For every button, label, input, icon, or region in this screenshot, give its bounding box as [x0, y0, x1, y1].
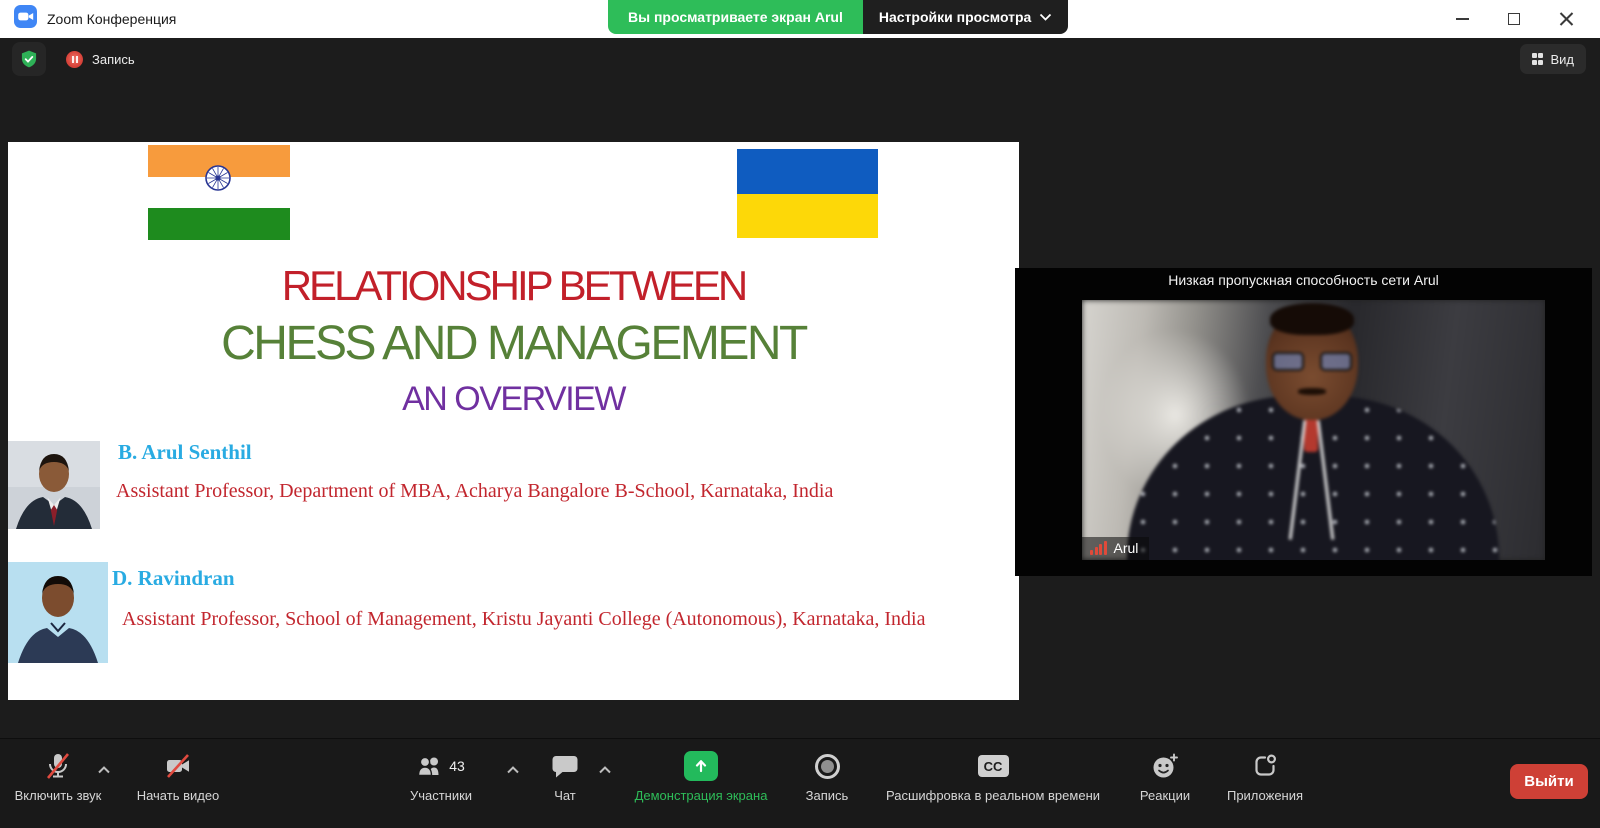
- cc-icon: CC: [978, 755, 1009, 777]
- recording-dot-icon: [66, 51, 83, 68]
- camera-off-icon: [163, 751, 193, 781]
- reactions-smiley-icon: [1151, 751, 1179, 781]
- chat-options-chevron[interactable]: [598, 761, 612, 779]
- window-controls: [1436, 0, 1592, 38]
- participants-count: 43: [449, 758, 465, 774]
- zoom-app-icon: [14, 5, 37, 33]
- maximize-icon: [1508, 13, 1520, 25]
- start-video-button[interactable]: Начать видео: [128, 751, 228, 803]
- reactions-button[interactable]: Реакции: [1128, 751, 1202, 803]
- record-label: Запись: [806, 788, 849, 803]
- live-transcription-button[interactable]: CC Расшифровка в реальном времени: [878, 751, 1108, 803]
- slide-title-line3: AN OVERVIEW: [8, 380, 1019, 419]
- india-flag: [148, 145, 290, 240]
- participant-video-tile: Arul: [1082, 300, 1545, 560]
- title-bar-left: Zoom Конференция: [14, 0, 176, 38]
- record-icon: [815, 751, 840, 781]
- chevron-down-icon: [1039, 13, 1052, 21]
- maximize-button[interactable]: [1488, 0, 1540, 38]
- minimize-icon: [1456, 18, 1469, 20]
- title-bar: Zoom Конференция Вы просматриваете экран…: [0, 0, 1600, 38]
- participants-icon: [417, 754, 443, 778]
- mic-muted-icon: [43, 751, 73, 781]
- record-button[interactable]: Запись: [788, 751, 866, 803]
- slide-title-line2: CHESS AND MANAGEMENT: [8, 316, 1019, 371]
- video-panel: Низкая пропускная способность сети Arul …: [1015, 268, 1592, 576]
- recording-indicator[interactable]: Запись: [56, 42, 145, 76]
- view-button[interactable]: Вид: [1520, 44, 1586, 74]
- viewing-banner-text: Вы просматриваете экран Arul: [608, 0, 863, 34]
- unmute-button[interactable]: Включить звук: [10, 751, 106, 803]
- participant-name: Arul: [1114, 540, 1139, 556]
- window-title: Zoom Конференция: [47, 11, 176, 27]
- close-button[interactable]: [1540, 0, 1592, 38]
- share-screen-icon: [684, 751, 718, 781]
- presenter-photo-arul: [8, 441, 100, 529]
- presenter-affiliation: Assistant Professor, Department of MBA, …: [116, 480, 833, 503]
- close-icon: [1559, 12, 1574, 27]
- leave-button[interactable]: Выйти: [1510, 764, 1588, 799]
- leave-label: Выйти: [1524, 773, 1573, 790]
- presenter-name: D. Ravindran: [112, 566, 235, 591]
- presenter-name: B. Arul Senthil: [118, 440, 252, 465]
- participants-options-chevron[interactable]: [506, 761, 520, 779]
- bandwidth-warning: Низкая пропускная способность сети Arul: [1015, 272, 1592, 288]
- slide-title-line1: RELATIONSHIP BETWEEN: [8, 262, 1019, 310]
- network-signal-icon: [1090, 541, 1107, 555]
- minimize-button[interactable]: [1436, 0, 1488, 38]
- audio-options-chevron[interactable]: [97, 761, 111, 779]
- unmute-label: Включить звук: [15, 788, 102, 803]
- participant-nametag: Arul: [1082, 537, 1149, 560]
- view-label: Вид: [1550, 52, 1574, 67]
- chat-button[interactable]: Чат: [534, 751, 596, 803]
- shared-screen-slide: RELATIONSHIP BETWEEN CHESS AND MANAGEMEN…: [8, 142, 1019, 700]
- view-settings-button[interactable]: Настройки просмотра: [863, 0, 1068, 34]
- reactions-label: Реакции: [1140, 788, 1190, 803]
- participants-label: Участники: [410, 788, 472, 803]
- zoom-window: Zoom Конференция Вы просматриваете экран…: [0, 0, 1600, 828]
- live-transcription-label: Расшифровка в реальном времени: [886, 788, 1100, 803]
- share-screen-button[interactable]: Демонстрация экрана: [628, 751, 774, 803]
- meeting-toolbar: Включить звук Начать видео: [0, 738, 1600, 828]
- apps-icon: [1252, 751, 1278, 781]
- view-settings-label: Настройки просмотра: [879, 9, 1031, 25]
- ashoka-chakra-icon: [204, 164, 232, 192]
- participants-button[interactable]: 43 Участники: [392, 751, 490, 803]
- shield-check-icon: [19, 49, 39, 69]
- chat-bubble-icon: [551, 751, 579, 781]
- presenter-affiliation: Assistant Professor, School of Managemen…: [122, 608, 926, 631]
- apps-button[interactable]: Приложения: [1216, 751, 1314, 803]
- participant-figure: [1082, 300, 1545, 560]
- start-video-label: Начать видео: [137, 788, 220, 803]
- security-button[interactable]: [12, 42, 46, 76]
- recording-label: Запись: [92, 52, 135, 67]
- ukraine-flag: [737, 149, 878, 238]
- chat-label: Чат: [554, 788, 576, 803]
- apps-label: Приложения: [1227, 788, 1303, 803]
- view-layout-icon: [1532, 53, 1544, 65]
- presenter-photo-ravindran: [8, 562, 108, 663]
- meeting-header: Запись Вид: [0, 38, 1600, 80]
- viewing-banner: Вы просматриваете экран Arul Настройки п…: [608, 0, 1068, 34]
- share-screen-label: Демонстрация экрана: [635, 788, 768, 803]
